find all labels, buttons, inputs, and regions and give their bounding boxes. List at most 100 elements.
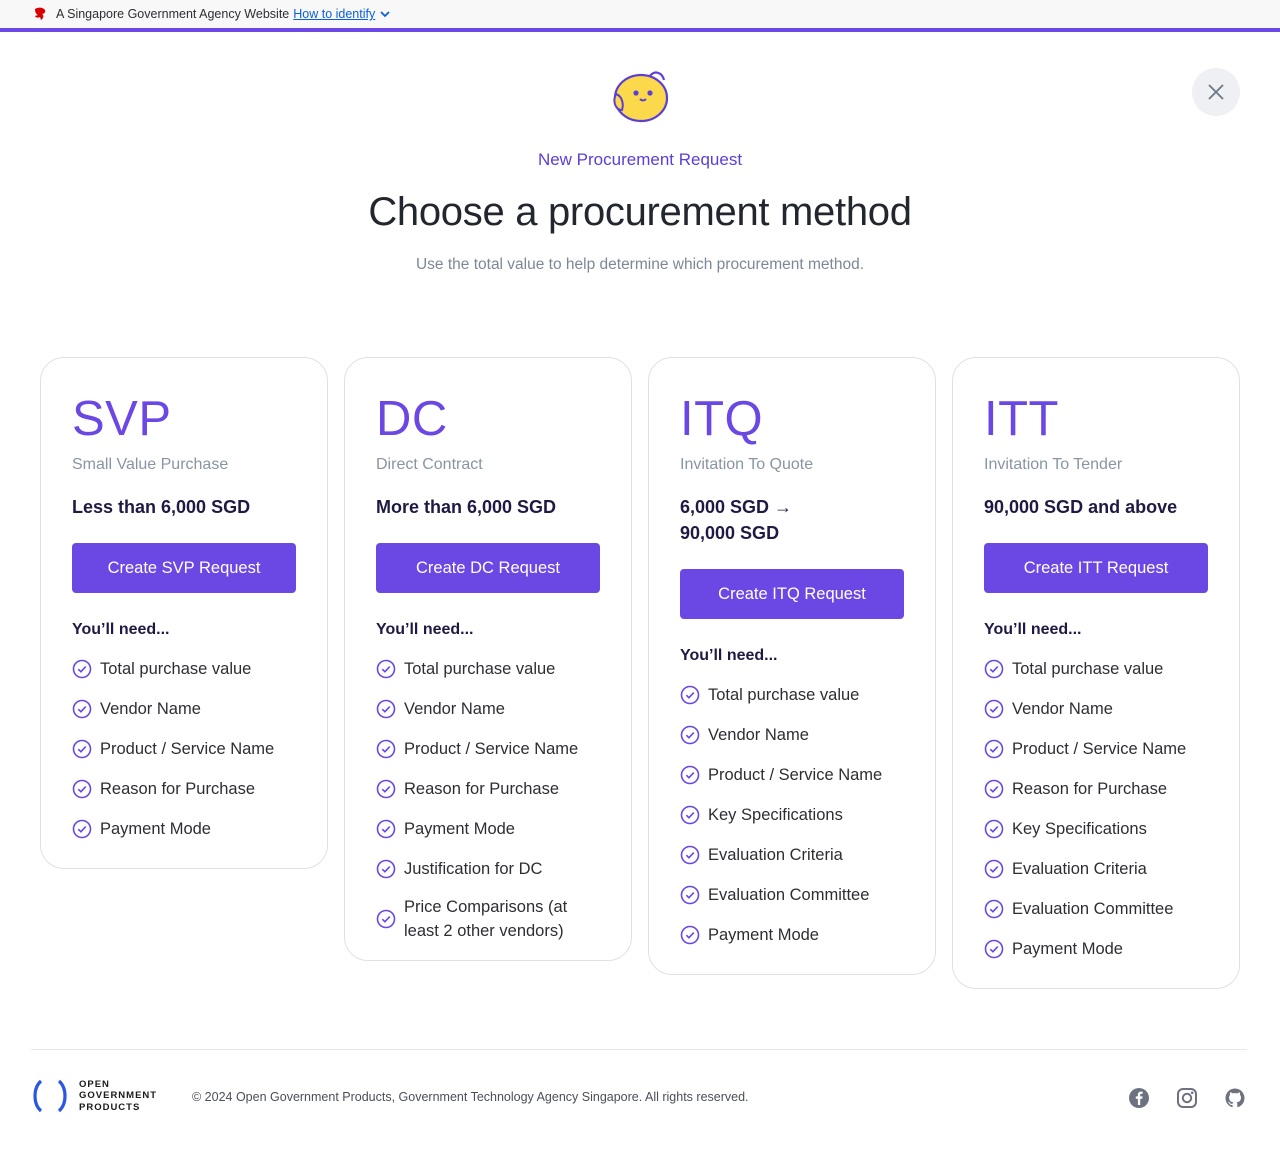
requirements-list: Total purchase value Vendor Name Product /… [680,675,904,955]
method-full-name: Direct Contract [376,456,483,473]
check-circle-icon [72,699,92,719]
requirement-label: Product / Service Name [1012,740,1187,758]
requirement-label: Total purchase value [100,660,252,678]
how-to-identify-link[interactable]: How to identify [293,7,390,21]
requirement-item: Evaluation Committee [984,889,1208,929]
requirements-heading: You’ll need... [680,647,778,664]
requirement-label: Key Specifications [1012,820,1147,838]
check-circle-icon [72,739,92,759]
requirement-item: Payment Mode [72,809,296,849]
requirement-label: Payment Mode [404,820,515,838]
check-circle-icon [984,739,1004,759]
method-full-name: Invitation To Tender [984,456,1123,473]
method-value-range: More than 6,000 SGD [376,494,600,520]
create-itq-request-button[interactable]: Create ITQ Request [680,569,904,619]
how-to-identify-label: How to identify [293,7,376,21]
check-circle-icon [376,659,396,679]
check-circle-icon [376,909,396,929]
check-circle-icon [680,725,700,745]
requirements-list: Total purchase value Vendor Name Product /… [72,649,296,849]
check-circle-icon [984,939,1004,959]
method-abbr: SVP [72,392,172,446]
method-value-range: Less than 6,000 SGD [72,494,296,520]
requirement-item: Total purchase value [680,675,904,715]
method-full-name: Invitation To Quote [680,456,814,473]
gov-masthead: A Singapore Government Agency Website Ho… [0,0,1280,28]
requirement-item: Evaluation Committee [680,875,904,915]
requirement-item: Payment Mode [376,809,600,849]
ogp-logo-text: OPEN GOVERNMENT PRODUCTS [79,1079,157,1114]
check-circle-icon [376,779,396,799]
requirements-heading: You’ll need... [984,621,1082,638]
requirement-item: Total purchase value [376,649,600,689]
requirement-item: Product / Service Name [72,729,296,769]
check-circle-icon [680,805,700,825]
requirements-heading: You’ll need... [376,621,474,638]
github-icon[interactable] [1224,1087,1246,1109]
check-circle-icon [984,899,1004,919]
requirement-label: Evaluation Criteria [1012,860,1147,878]
requirement-label: Total purchase value [708,686,860,704]
ogp-logo: OPEN GOVERNMENT PRODUCTS [31,1078,157,1114]
create-svp-request-button[interactable]: Create SVP Request [72,543,296,593]
check-circle-icon [680,765,700,785]
requirement-item: Total purchase value [984,649,1208,689]
method-abbr: ITT [984,392,1059,446]
check-circle-icon [72,779,92,799]
create-itt-request-button[interactable]: Create ITT Request [984,543,1208,593]
close-button[interactable] [1192,68,1240,116]
requirement-label: Total purchase value [1012,660,1164,678]
method-abbr: ITQ [680,392,764,446]
method-card-svp: SVP Small Value Purchase Less than 6,000 S… [40,357,328,869]
check-circle-icon [376,819,396,839]
check-circle-icon [680,885,700,905]
requirement-item: Vendor Name [72,689,296,729]
method-card-itq: ITQ Invitation To Quote 6,000 SGD → 90,000 … [648,357,936,975]
ogp-logo-line: GOVERNMENT [79,1090,158,1102]
value-range-line: 6,000 SGD → [680,497,793,517]
requirement-item: Key Specifications [680,795,904,835]
check-circle-icon [680,685,700,705]
check-circle-icon [376,859,396,879]
requirement-item: Reason for Purchase [376,769,600,809]
chevron-down-icon [380,10,390,17]
facebook-icon[interactable] [1128,1087,1150,1109]
requirement-label: Product / Service Name [404,740,579,758]
requirement-item: Reason for Purchase [984,769,1208,809]
requirement-item: Total purchase value [72,649,296,689]
method-abbr: DC [376,392,448,446]
requirement-item: Product / Service Name [376,729,600,769]
ogp-bracket-logo-icon [33,1079,67,1113]
close-icon [1208,84,1224,100]
requirement-label: Vendor Name [1012,700,1113,718]
requirement-label: Payment Mode [1012,940,1123,958]
check-circle-icon [984,659,1004,679]
method-card-dc: DC Direct Contract More than 6,000 SGD Crea… [344,357,632,961]
requirements-list: Total purchase value Vendor Name Product /… [376,649,600,949]
requirement-label: Evaluation Committee [708,886,870,904]
accent-divider [0,28,1280,32]
page-eyebrow: New Procurement Request [537,150,743,169]
method-full-name: Small Value Purchase [72,456,229,473]
requirement-item: Key Specifications [984,809,1208,849]
requirement-label: Reason for Purchase [404,780,560,798]
method-value-range: 6,000 SGD → 90,000 SGD [680,494,904,546]
requirement-label: Key Specifications [708,806,843,824]
requirement-item: Evaluation Criteria [984,849,1208,889]
page-subtitle: Use the total value to help determine wh… [415,256,865,273]
value-range-line: 90,000 SGD and above [984,497,1178,517]
requirement-label: Total purchase value [404,660,556,678]
requirement-item: Payment Mode [984,929,1208,969]
value-range-line: More than 6,000 SGD [376,497,557,517]
requirement-item: Product / Service Name [680,755,904,795]
instagram-icon[interactable] [1176,1087,1198,1109]
check-circle-icon [680,925,700,945]
requirement-item: Evaluation Criteria [680,835,904,875]
requirement-label: Evaluation Criteria [708,846,843,864]
ogp-logo-line: OPEN [79,1078,110,1090]
page-title: Choose a procurement method [368,190,912,234]
requirement-label: Payment Mode [708,926,819,944]
create-dc-request-button[interactable]: Create DC Request [376,543,600,593]
check-circle-icon [680,845,700,865]
requirement-label: Reason for Purchase [100,780,256,798]
